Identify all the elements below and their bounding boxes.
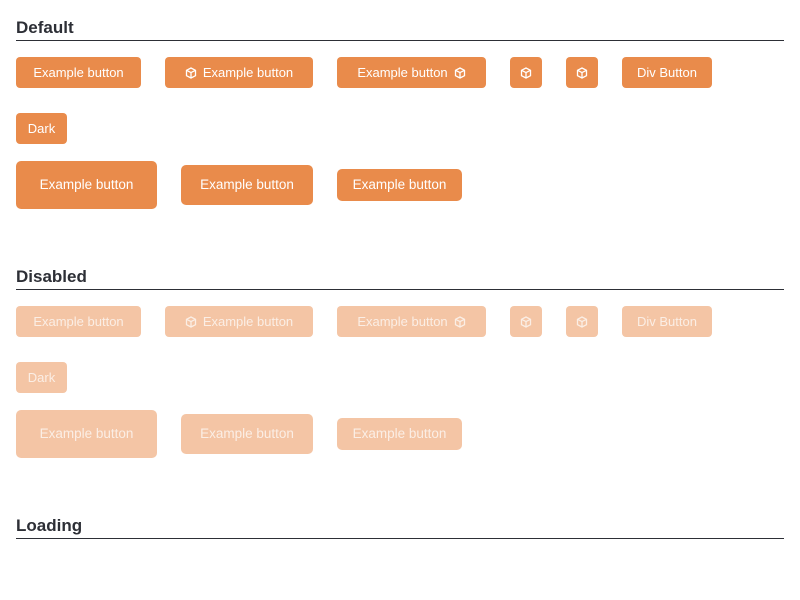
button-showcase-page: Default Example button Example button Ex… — [0, 0, 800, 600]
cube-icon — [185, 315, 197, 328]
div-button-disabled[interactable]: Div Button — [622, 306, 712, 337]
section-loading: Loading — [16, 516, 784, 556]
section-title-loading: Loading — [16, 516, 83, 535]
dark-button[interactable]: Dark — [16, 113, 67, 144]
icon-only-button-disabled[interactable] — [510, 306, 542, 337]
icon-only-button-disabled[interactable] — [566, 306, 598, 337]
section-divider — [16, 40, 784, 41]
icon-only-button[interactable] — [566, 57, 598, 88]
example-button-large-disabled[interactable]: Example button — [16, 410, 157, 458]
example-button-medium-disabled[interactable]: Example button — [181, 414, 313, 454]
example-button-small[interactable]: Example button — [337, 169, 462, 201]
section-disabled: Disabled Example button Example button E… — [16, 267, 784, 467]
example-button-large[interactable]: Example button — [16, 161, 157, 209]
example-button-icon-left-disabled[interactable]: Example button — [165, 306, 313, 337]
button-label: Dark — [27, 121, 56, 136]
button-label: Example button — [200, 177, 294, 193]
button-label: Dark — [27, 370, 56, 385]
example-button-medium[interactable]: Example button — [181, 165, 313, 205]
button-label: Example button — [33, 314, 124, 329]
cube-icon — [185, 66, 197, 79]
example-button-disabled[interactable]: Example button — [16, 306, 141, 337]
section-title-disabled: Disabled — [16, 267, 87, 286]
button-label: Example button — [357, 65, 448, 80]
cube-icon — [576, 66, 588, 79]
button-label: Example button — [352, 177, 447, 193]
cube-icon — [576, 315, 588, 328]
example-button[interactable]: Example button — [16, 57, 141, 88]
section-divider — [16, 289, 784, 290]
button-label: Example button — [357, 314, 448, 329]
button-label: Div Button — [637, 314, 697, 329]
example-button-small-disabled[interactable]: Example button — [337, 418, 462, 450]
button-label: Div Button — [637, 65, 697, 80]
section-divider — [16, 538, 784, 539]
example-button-icon-right-disabled[interactable]: Example button — [337, 306, 486, 337]
example-button-icon-left[interactable]: Example button — [165, 57, 313, 88]
dark-button-disabled[interactable]: Dark — [16, 362, 67, 393]
example-button-icon-right[interactable]: Example button — [337, 57, 486, 88]
icon-only-button[interactable] — [510, 57, 542, 88]
button-label: Example button — [39, 177, 134, 193]
button-label: Example button — [39, 426, 134, 442]
button-label: Example button — [352, 426, 447, 442]
cube-icon — [520, 315, 532, 328]
cube-icon — [454, 315, 466, 328]
button-label: Example button — [200, 426, 294, 442]
button-label: Example button — [202, 314, 294, 329]
div-button[interactable]: Div Button — [622, 57, 712, 88]
cube-icon — [520, 66, 532, 79]
button-label: Example button — [33, 65, 124, 80]
section-default: Default Example button Example button Ex… — [16, 18, 784, 218]
section-title-default: Default — [16, 18, 74, 37]
button-label: Example button — [202, 65, 294, 80]
cube-icon — [454, 66, 466, 79]
